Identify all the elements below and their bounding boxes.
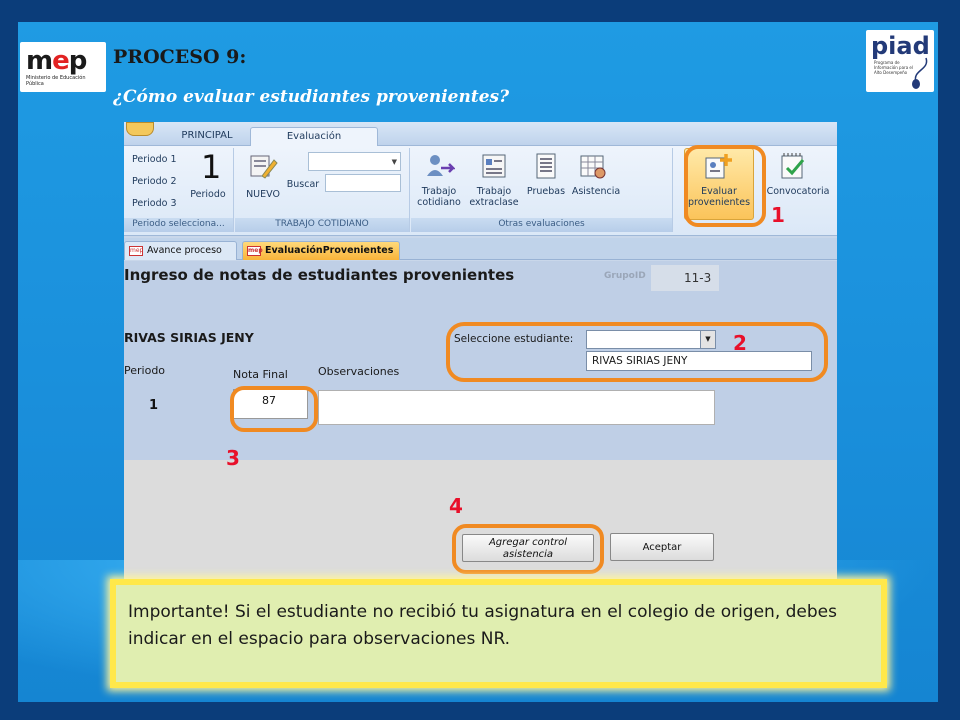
callout-number-3: 3 [226, 446, 240, 470]
grupo-id-label: GrupoID [604, 271, 646, 281]
tab-avance-proceso-label: Avance proceso [147, 245, 222, 256]
periodo-column-header: Periodo [124, 364, 166, 377]
asistencia-button[interactable]: Asistencia [569, 186, 623, 197]
buscar-input[interactable] [325, 174, 401, 192]
current-periodo-number: 1 [201, 148, 222, 186]
periodo-3-option[interactable]: Periodo 3 [132, 198, 177, 209]
callout-select-student [446, 322, 828, 382]
pruebas-button[interactable]: Pruebas [523, 186, 569, 197]
callout-nota-final [230, 386, 318, 432]
new-form-pencil-icon [250, 155, 278, 179]
callout-number-4: 4 [449, 494, 463, 518]
users-arrow-icon [427, 155, 455, 176]
grupo-id-value: 11-3 [651, 265, 719, 291]
ribbon-tab-bar: PRINCIPAL Evaluación [124, 122, 837, 147]
row-periodo-value: 1 [149, 398, 159, 413]
mep-mini-icon: mep [129, 246, 144, 256]
document-icon [536, 153, 556, 179]
form-title: Ingreso de notas de estudiantes provenie… [124, 266, 515, 284]
observaciones-input[interactable] [318, 390, 715, 425]
tab-evaluacion[interactable]: Evaluación [250, 127, 378, 147]
periodo-1-option[interactable]: Periodo 1 [132, 154, 177, 165]
trabajo-cotidiano-label-2: cotidiano [417, 197, 461, 208]
periodo-group-label: Periodo selecciona... [124, 218, 233, 232]
callout-number-2: 2 [733, 331, 747, 355]
mep-logo-text: mep [26, 46, 87, 76]
trabajo-extraclase-label-2: extraclase [469, 197, 519, 208]
student-name: RIVAS SIRIAS JENY [124, 330, 254, 345]
tab-principal[interactable]: PRINCIPAL [166, 127, 248, 147]
callout-evaluar-provenientes [684, 145, 766, 227]
tab-evaluacion-provenientes[interactable]: mep EvaluaciónProvenientes [242, 241, 400, 260]
important-note: Importante! Si el estudiante no recibió … [110, 579, 887, 688]
buscar-label: Buscar [286, 179, 320, 190]
tab-evaluacion-provenientes-label: EvaluaciónProvenientes [265, 245, 394, 256]
trabajo-cotidiano-button[interactable]: Trabajo cotidiano [413, 186, 465, 208]
trabajo-group-label: TRABAJO COTIDIANO [235, 218, 409, 232]
attendance-grid-icon [580, 155, 606, 179]
slide-title: PROCESO 9: [113, 46, 247, 68]
trabajo-extraclase-label-1: Trabajo [476, 186, 512, 197]
otras-evaluaciones-group: Trabajo cotidiano Trabajo extraclase Pru… [411, 148, 673, 232]
mep-logo-subtext: Ministerio de Educación Pública [26, 75, 86, 87]
slide-subtitle: ¿Cómo evaluar estudiantes provenientes? [113, 87, 510, 107]
nuevo-button[interactable]: NUEVO [241, 189, 285, 200]
observaciones-column-header: Observaciones [318, 365, 400, 378]
trabajo-cotidiano-group: NUEVO ▼ Buscar TRABAJO COTIDIANO [235, 148, 410, 232]
periodo-group: Periodo 1 Periodo 2 Periodo 3 1 Periodo … [124, 148, 234, 232]
mep-mini-icon: mep [247, 246, 263, 256]
callout-agregar-asistencia [452, 524, 604, 574]
trabajo-combo[interactable]: ▼ [308, 152, 401, 171]
trabajo-extraclase-button[interactable]: Trabajo extraclase [467, 186, 521, 208]
mouse-cable-icon [912, 57, 928, 89]
document-tab-bar: mep Avance proceso mep EvaluaciónProveni… [124, 238, 837, 260]
office-orb-button[interactable] [126, 122, 154, 136]
periodo-2-option[interactable]: Periodo 2 [132, 176, 177, 187]
convocatoria-button[interactable]: Convocatoria [760, 186, 836, 197]
tab-avance-proceso[interactable]: mep Avance proceso [124, 241, 237, 260]
aceptar-button[interactable]: Aceptar [610, 533, 714, 561]
mep-logo: mep Ministerio de Educación Pública [20, 42, 106, 92]
piad-logo: piad Programa de Información para el Alt… [866, 30, 934, 92]
form-icon [482, 154, 506, 178]
otras-group-label: Otras evaluaciones [411, 218, 672, 232]
periodo-button[interactable]: Periodo [186, 189, 230, 200]
trabajo-cotidiano-label-1: Trabajo [421, 186, 457, 197]
notebook-check-icon [781, 153, 805, 179]
callout-number-1: 1 [771, 203, 785, 227]
nota-final-column-header: Nota Final [233, 368, 288, 381]
